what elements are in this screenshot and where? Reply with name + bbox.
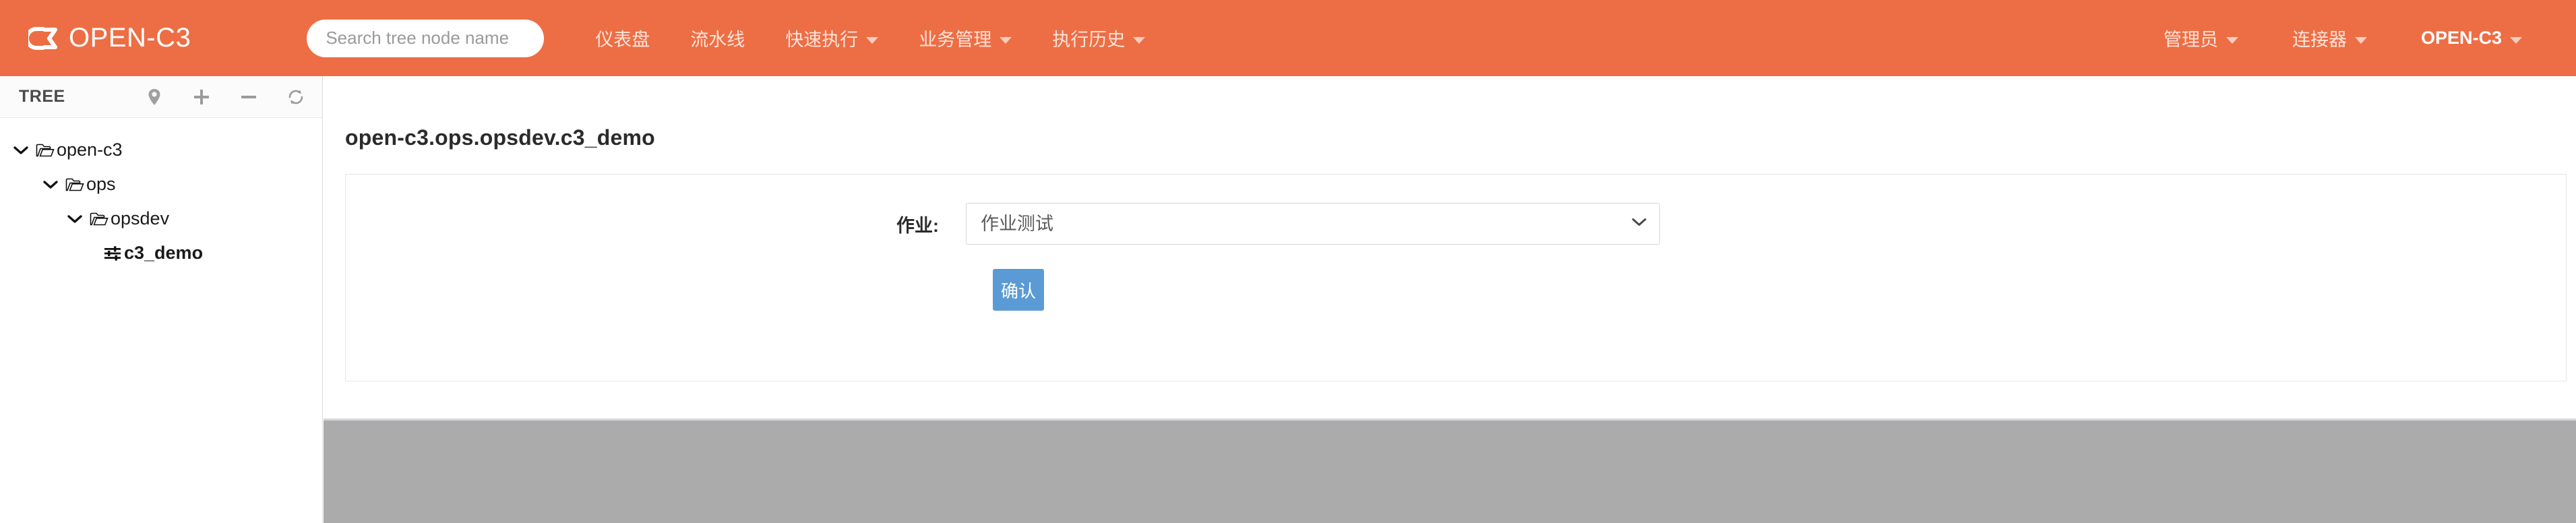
nav-label-connector: 连接器 [2292, 30, 2347, 50]
form-spacer [346, 269, 966, 311]
tree-header: TREE [0, 76, 322, 118]
nav-label-dashboard: 仪表盘 [595, 30, 650, 50]
page-title: open-c3.ops.opsdev.c3_demo [345, 125, 655, 150]
chevron-down-icon [2226, 36, 2238, 44]
chevron-down-icon [866, 36, 879, 44]
job-form-row: 作业: 作业测试 [346, 175, 2566, 245]
brand-label: OPEN-C3 [69, 23, 191, 53]
nav-links: 仪表盘 流水线 快速执行 业务管理 执行历史 [575, 0, 1165, 76]
nav-label-user-menu: OPEN-C3 [2420, 28, 2502, 48]
nav-item-user-menu[interactable]: OPEN-C3 [2394, 0, 2549, 76]
top-navbar: OPEN-C3 仪表盘 流水线 快速执行 业务管理 执行历史 管理员 连接器 [0, 0, 2576, 76]
plus-icon[interactable] [193, 88, 210, 106]
nav-label-pipeline: 流水线 [690, 30, 745, 50]
chevron-down-icon [2510, 36, 2522, 44]
search-container [307, 19, 545, 57]
tree-node-c3-demo[interactable]: c3_demo [0, 236, 322, 270]
minus-icon[interactable] [240, 88, 257, 106]
nav-label-admin: 管理员 [2163, 30, 2218, 50]
tree-node-label: ops [86, 174, 116, 194]
confirm-button[interactable]: 确认 [993, 269, 1044, 311]
nav-label-business-management: 业务管理 [919, 30, 992, 50]
nav-item-business-management[interactable]: 业务管理 [898, 0, 1032, 76]
nav-item-pipeline[interactable]: 流水线 [670, 0, 765, 76]
c3-logo-icon [28, 23, 59, 54]
chevron-down-icon[interactable] [12, 142, 30, 159]
tree-sidebar: TREE open-c3 ops opsdev c3_demo [0, 76, 323, 523]
tree-node-label: opsdev [111, 208, 170, 228]
output-gray-panel [324, 419, 2576, 523]
brand-logo-link[interactable]: OPEN-C3 [28, 23, 191, 54]
chevron-down-icon [1000, 36, 1012, 44]
tree-node-open-c3[interactable]: open-c3 [0, 133, 322, 167]
nav-item-execution-history[interactable]: 执行历史 [1032, 0, 1165, 76]
search-input[interactable] [307, 19, 545, 57]
nav-item-quick-execute[interactable]: 快速执行 [765, 0, 898, 76]
job-form-card: 作业: 作业测试 确认 [345, 174, 2567, 381]
refresh-icon[interactable] [287, 88, 305, 106]
tree-node-opsdev[interactable]: opsdev [0, 202, 322, 236]
job-select-container: 作业测试 [966, 203, 1660, 245]
sliders-icon [102, 245, 123, 262]
nav-item-dashboard[interactable]: 仪表盘 [575, 0, 670, 76]
tree-node-label: open-c3 [57, 140, 123, 160]
tree-node-label: c3_demo [124, 243, 204, 263]
folder-icon [35, 142, 55, 159]
job-label: 作业: [896, 215, 939, 236]
tree-node-ops[interactable]: ops [0, 167, 322, 202]
job-form-actions: 确认 [346, 245, 2566, 311]
job-select[interactable]: 作业测试 [966, 203, 1660, 245]
folder-icon [89, 210, 109, 228]
chevron-down-icon [2354, 36, 2367, 44]
tree-list: open-c3 ops opsdev c3_demo [0, 118, 322, 270]
tree-panel-title: TREE [19, 87, 65, 106]
folder-icon [65, 176, 85, 193]
tree-toolbar [146, 88, 305, 106]
nav-label-quick-execute: 快速执行 [785, 30, 859, 50]
nav-item-connector[interactable]: 连接器 [2265, 0, 2394, 76]
nav-right-links: 管理员 连接器 OPEN-C3 [2137, 0, 2576, 76]
nav-item-admin[interactable]: 管理员 [2137, 0, 2265, 76]
location-pin-icon[interactable] [146, 88, 163, 106]
chevron-down-icon [1133, 36, 1146, 44]
chevron-down-icon[interactable] [66, 210, 84, 228]
nav-label-execution-history: 执行历史 [1052, 30, 1126, 50]
chevron-down-icon[interactable] [42, 176, 59, 193]
